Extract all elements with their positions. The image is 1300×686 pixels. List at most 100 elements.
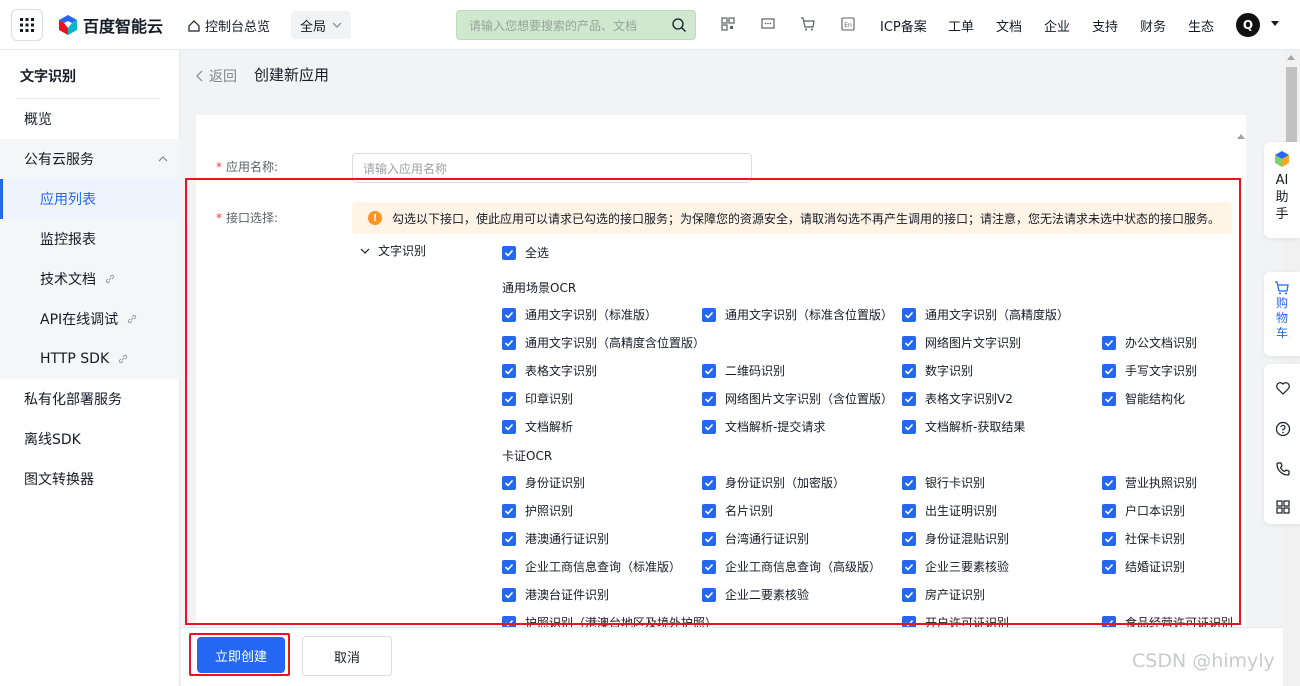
checkbox-checked-icon[interactable]: [902, 363, 916, 378]
checkbox-checked-icon[interactable]: [702, 475, 716, 490]
api-checkbox[interactable]: 文档解析: [502, 418, 573, 435]
api-checkbox[interactable]: 户口本识别: [1102, 502, 1185, 519]
checkbox-checked-icon[interactable]: [502, 587, 516, 602]
api-checkbox[interactable]: 数字识别: [902, 362, 973, 379]
checkbox-checked-icon[interactable]: [1102, 531, 1116, 546]
create-button[interactable]: 立即创建: [197, 637, 285, 673]
checkbox-checked-icon[interactable]: [502, 559, 516, 574]
ai-assistant-label: AI助手: [1275, 173, 1289, 222]
checkbox-checked-icon[interactable]: [902, 475, 916, 490]
api-checkbox[interactable]: 通用文字识别（高精度含位置版）: [502, 334, 705, 351]
checkbox-checked-icon[interactable]: [1102, 503, 1116, 518]
api-checkbox[interactable]: 银行卡识别: [902, 474, 985, 491]
api-checkbox[interactable]: 网络图片文字识别（含位置版）: [702, 390, 893, 407]
checkbox-checked-icon[interactable]: [702, 503, 716, 518]
api-checkbox[interactable]: 名片识别: [702, 502, 773, 519]
api-checkbox[interactable]: 通用文字识别（高精度版）: [902, 306, 1069, 323]
api-checkbox[interactable]: 网络图片文字识别: [902, 334, 1021, 351]
checkbox-checked-icon[interactable]: [702, 391, 716, 406]
checkbox-label: 名片识别: [725, 504, 774, 518]
checkbox-label: 企业二要素核验: [725, 588, 810, 602]
phone-icon[interactable]: [1275, 461, 1291, 477]
api-checkbox[interactable]: 文档解析-提交请求: [702, 418, 825, 435]
api-checkbox[interactable]: 印章识别: [502, 390, 573, 407]
checkbox-checked-icon[interactable]: [1102, 559, 1116, 574]
api-checkbox[interactable]: 身份证混贴识别: [902, 530, 1009, 547]
api-checkbox[interactable]: 通用文字识别（标准版）: [502, 306, 657, 323]
checkbox-checked-icon[interactable]: [502, 363, 516, 378]
api-checkbox[interactable]: 台湾通行证识别: [702, 530, 809, 547]
checkbox-checked-icon[interactable]: [702, 307, 716, 322]
checkbox-checked-icon[interactable]: [502, 307, 516, 322]
select-all-checkbox[interactable]: 全选: [502, 244, 549, 261]
checkbox-checked-icon[interactable]: [502, 531, 516, 546]
api-checkbox[interactable]: 护照识别（港澳台地区及境外护照）: [502, 614, 717, 627]
api-checkbox[interactable]: 出生证明识别: [902, 502, 997, 519]
api-checkbox[interactable]: 护照识别: [502, 502, 573, 519]
api-checkbox[interactable]: 社保卡识别: [1102, 530, 1185, 547]
checkbox-checked-icon[interactable]: [502, 335, 516, 350]
api-checkbox[interactable]: 房产证识别: [902, 586, 985, 603]
api-checkbox[interactable]: 二维码识别: [702, 362, 785, 379]
inner-scroll-up-icon[interactable]: [1237, 134, 1245, 139]
checkbox-checked-icon[interactable]: [502, 503, 516, 518]
api-checkbox[interactable]: 通用文字识别（标准含位置版）: [702, 306, 893, 323]
api-checkbox[interactable]: 企业工商信息查询（标准版）: [502, 558, 681, 575]
checkbox-checked-icon[interactable]: [902, 615, 916, 627]
checkbox-label: 全选: [525, 246, 550, 260]
api-checkbox[interactable]: 身份证识别（加密版）: [702, 474, 845, 491]
checkbox-checked-icon[interactable]: [502, 615, 516, 627]
checkbox-checked-icon[interactable]: [1102, 335, 1116, 350]
api-checkbox[interactable]: 智能结构化: [1102, 390, 1185, 407]
checkbox-label: 文档解析-获取结果: [925, 420, 1026, 434]
api-checkbox[interactable]: 身份证识别: [502, 474, 585, 491]
apps-grid-icon[interactable]: [1275, 499, 1291, 515]
api-checkbox[interactable]: 港澳通行证识别: [502, 530, 609, 547]
ai-assistant-widget[interactable]: AI助手: [1264, 142, 1300, 238]
api-checkbox[interactable]: 食品经营许可证识别: [1102, 614, 1233, 627]
scroll-up-arrow-icon[interactable]: [1287, 55, 1295, 60]
checkbox-label: 台湾通行证识别: [725, 532, 810, 546]
api-checkbox[interactable]: 办公文档识别: [1102, 334, 1197, 351]
checkbox-checked-icon[interactable]: [1102, 615, 1116, 627]
checkbox-checked-icon[interactable]: [502, 475, 516, 490]
checkbox-checked-icon[interactable]: [902, 335, 916, 350]
checkbox-checked-icon[interactable]: [902, 391, 916, 406]
checkbox-checked-icon[interactable]: [702, 587, 716, 602]
api-checkbox[interactable]: 企业三要素核验: [902, 558, 1009, 575]
cancel-button[interactable]: 取消: [302, 636, 392, 676]
checkbox-label: 文档解析-提交请求: [725, 420, 826, 434]
checkbox-checked-icon[interactable]: [902, 503, 916, 518]
checkbox-checked-icon[interactable]: [502, 245, 516, 260]
favorite-icon[interactable]: [1275, 380, 1291, 396]
checkbox-checked-icon[interactable]: [502, 419, 516, 434]
checkbox-label: 手写文字识别: [1125, 364, 1198, 378]
api-checkbox[interactable]: 开户许可证识别: [902, 614, 1009, 627]
api-checkbox[interactable]: 文档解析-获取结果: [902, 418, 1025, 435]
api-checkbox[interactable]: 企业二要素核验: [702, 586, 809, 603]
checkbox-checked-icon[interactable]: [902, 559, 916, 574]
api-checkbox[interactable]: 港澳台证件识别: [502, 586, 609, 603]
api-checkbox[interactable]: 企业工商信息查询（高级版）: [702, 558, 881, 575]
checkbox-label: 身份证识别（加密版）: [725, 476, 846, 490]
checkbox-checked-icon[interactable]: [1102, 475, 1116, 490]
checkbox-checked-icon[interactable]: [902, 307, 916, 322]
api-checkbox[interactable]: 结婚证识别: [1102, 558, 1185, 575]
shopping-cart-widget[interactable]: 购物车: [1264, 272, 1300, 356]
checkbox-checked-icon[interactable]: [902, 531, 916, 546]
checkbox-checked-icon[interactable]: [702, 363, 716, 378]
checkbox-checked-icon[interactable]: [502, 391, 516, 406]
checkbox-checked-icon[interactable]: [702, 559, 716, 574]
checkbox-checked-icon[interactable]: [702, 419, 716, 434]
checkbox-label: 表格文字识别: [525, 364, 598, 378]
api-checkbox[interactable]: 表格文字识别: [502, 362, 597, 379]
api-checkbox[interactable]: 营业执照识别: [1102, 474, 1197, 491]
checkbox-checked-icon[interactable]: [902, 587, 916, 602]
help-icon[interactable]: [1275, 421, 1291, 437]
checkbox-checked-icon[interactable]: [1102, 391, 1116, 406]
checkbox-checked-icon[interactable]: [1102, 363, 1116, 378]
checkbox-checked-icon[interactable]: [902, 419, 916, 434]
api-checkbox[interactable]: 手写文字识别: [1102, 362, 1197, 379]
api-checkbox[interactable]: 表格文字识别V2: [902, 390, 1013, 407]
checkbox-checked-icon[interactable]: [702, 531, 716, 546]
